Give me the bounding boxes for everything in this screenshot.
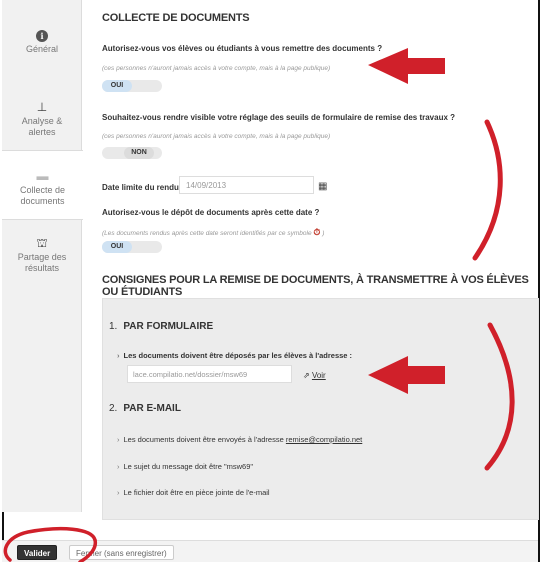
question-note: (ces personnes n'auront jamais accès à v… (102, 65, 331, 72)
visible-thresholds-toggle[interactable]: NON (102, 147, 162, 159)
email-bullet-2: › Le sujet du message doit être "msw69" (117, 462, 253, 471)
fermer-button[interactable]: Fermer (sans enregistrer) (69, 545, 174, 560)
sidebar-item-label: Général (25, 44, 59, 54)
email-title: PAR E-MAIL (123, 403, 181, 414)
form-num: 1. (109, 321, 118, 332)
bullet-icon: › (117, 462, 120, 471)
question-note: (ces personnes n'auront jamais accès à v… (102, 133, 331, 140)
email-b3-text: Le fichier doit être en pièce jointe de … (123, 488, 270, 497)
bullet-icon: › (117, 488, 120, 497)
toggle-label: OUI (102, 80, 132, 92)
submission-url-field[interactable]: lace.compilatio.net/dossier/msw69 (127, 365, 292, 383)
sidebar-item-label: Partage des résultats (17, 252, 67, 273)
info-icon: i (36, 30, 48, 42)
late-clock-icon: ⏱ (313, 227, 321, 237)
main-content: COLLECTE DE DOCUMENTS Autorisez-vous vos… (82, 0, 539, 520)
bullet-icon: › (117, 351, 120, 360)
sidebar-item-label: Analyse & alertes (21, 116, 63, 137)
valider-button[interactable]: Valider (17, 545, 58, 560)
question-note: (Les documents rendus après cette date s… (102, 227, 324, 238)
allow-submission-toggle[interactable]: OUI (102, 80, 162, 92)
bullet-icon: › (117, 435, 120, 444)
note-text: (Les documents rendus après cette date s… (102, 230, 312, 237)
sidebar: i Général ⊥ Analyse & alertes ▬ Collecte… (2, 0, 83, 512)
form-title: PAR FORMULAIRE (123, 321, 214, 332)
voir-label: Voir (311, 371, 326, 380)
email-bullet-1: › Les documents doivent être envoyés à l'… (117, 435, 362, 444)
form-bullet-text: Les documents doivent être déposés par l… (123, 351, 353, 360)
calendar-icon[interactable]: ▦ (318, 181, 327, 192)
question-allow-submission: Autorisez-vous vos élèves ou étudiants à… (102, 44, 383, 53)
sidebar-item-collecte[interactable]: ▬ Collecte de documents (2, 150, 83, 220)
email-address-link[interactable]: remise@compilatio.net (286, 435, 362, 444)
email-bullet-3: › Le fichier doit être en pièce jointe de… (117, 488, 270, 497)
sidebar-item-label: Collecte de documents (19, 185, 66, 206)
toggle-label: OUI (102, 241, 132, 253)
sidebar-item-general[interactable]: i Général (2, 30, 82, 55)
email-b1-text: Les documents doivent être envoyés à l'a… (123, 435, 284, 444)
form-bullet: › Les documents doivent être déposés par … (117, 351, 352, 360)
instructions-panel: 1. PAR FORMULAIRE › Les documents doivent … (102, 298, 539, 520)
sidebar-item-partage[interactable]: ⛫ Partage des résultats (2, 236, 82, 274)
email-subtitle: 2. PAR E-MAIL (109, 403, 181, 414)
voir-link[interactable]: ⇗ Voir (303, 371, 326, 380)
question-visible-thresholds: Souhaitez-vous rendre visible votre régl… (102, 113, 456, 122)
share-icon: ⛫ (36, 236, 48, 250)
external-link-icon: ⇗ (303, 371, 310, 380)
due-date-input[interactable]: 14/09/2013 (179, 176, 314, 194)
footer-bar: Valider Fermer (sans enregistrer) (2, 540, 538, 562)
inbox-icon: ▬ (36, 169, 49, 183)
page-title: COLLECTE DE DOCUMENTS (102, 12, 250, 24)
toggle-label: NON (124, 147, 154, 159)
form-subtitle: 1. PAR FORMULAIRE (109, 321, 213, 332)
allow-late-toggle[interactable]: OUI (102, 241, 162, 253)
email-b2-text: Le sujet du message doit être "msw69" (123, 462, 254, 471)
note-end: ) (322, 230, 325, 237)
email-num: 2. (109, 403, 118, 414)
sidebar-item-analyse[interactable]: ⊥ Analyse & alertes (2, 100, 82, 138)
due-date-label: Date limite du rendu : (102, 183, 184, 192)
question-allow-late: Autorisez-vous le dépôt de documents apr… (102, 208, 320, 217)
section-title: CONSIGNES POUR LA REMISE DE DOCUMENTS, À… (102, 274, 529, 298)
analysis-icon: ⊥ (36, 100, 48, 114)
